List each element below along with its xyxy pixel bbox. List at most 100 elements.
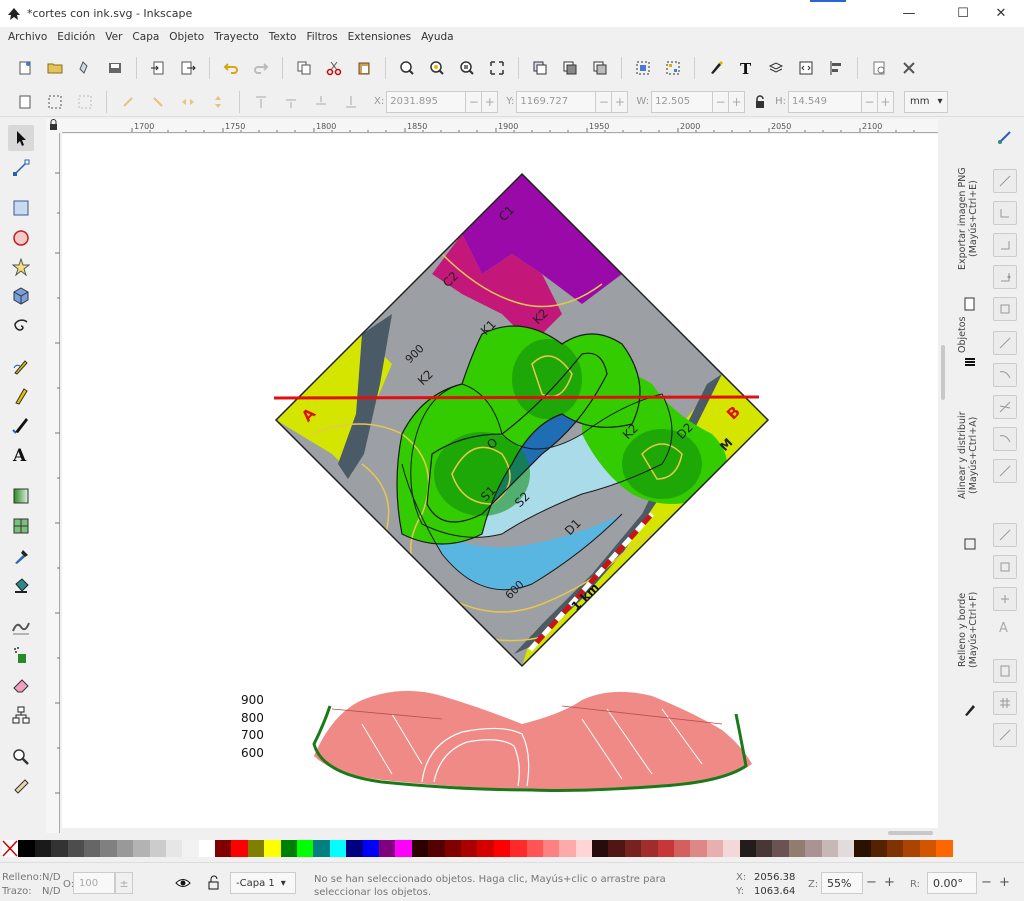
gradient-tool[interactable] bbox=[8, 483, 34, 509]
snap-path-button[interactable] bbox=[993, 363, 1017, 387]
raise-to-top-button[interactable] bbox=[250, 91, 272, 113]
snap-midpoints-button[interactable] bbox=[993, 523, 1017, 547]
menu-texto[interactable]: Texto bbox=[264, 31, 302, 43]
copy-button[interactable] bbox=[293, 57, 315, 79]
star-tool[interactable] bbox=[8, 254, 34, 280]
new-document-button[interactable] bbox=[14, 57, 36, 79]
color-swatch[interactable] bbox=[526, 840, 543, 857]
rectangle-tool[interactable] bbox=[8, 195, 34, 221]
snap-rotation-center-button[interactable] bbox=[993, 587, 1017, 611]
horizontal-scrollbar[interactable] bbox=[62, 828, 938, 838]
menu-ver[interactable]: Ver bbox=[100, 31, 127, 43]
zoom-drawing-button[interactable] bbox=[426, 57, 448, 79]
open-button[interactable] bbox=[44, 57, 66, 79]
snap-text-baseline-icon[interactable]: A bbox=[999, 621, 1008, 636]
color-swatch[interactable] bbox=[739, 840, 756, 857]
rotation-increase-button[interactable]: + bbox=[999, 875, 1010, 890]
snap-bbox-corner-button[interactable] bbox=[993, 233, 1017, 257]
color-swatch[interactable] bbox=[198, 840, 216, 857]
measure-tool[interactable] bbox=[8, 773, 34, 799]
color-swatch[interactable] bbox=[165, 840, 183, 857]
color-swatch[interactable] bbox=[870, 840, 888, 857]
save-button[interactable] bbox=[104, 57, 126, 79]
layers-button[interactable] bbox=[765, 57, 787, 79]
color-swatch[interactable] bbox=[592, 840, 609, 857]
color-swatch[interactable] bbox=[18, 840, 35, 857]
unit-select[interactable]: mm ▾ bbox=[903, 90, 949, 113]
color-swatch[interactable] bbox=[542, 840, 560, 857]
raise-button[interactable] bbox=[280, 91, 302, 113]
text-tool[interactable]: A bbox=[8, 441, 34, 467]
preferences-button[interactable] bbox=[898, 57, 920, 79]
close-button[interactable]: ✕ bbox=[978, 0, 1024, 27]
horizontal-scroll-thumb[interactable] bbox=[888, 831, 933, 835]
color-swatch[interactable] bbox=[559, 840, 576, 857]
minimize-button[interactable]: — bbox=[886, 0, 932, 27]
unlink-clone-button[interactable] bbox=[589, 57, 611, 79]
color-swatch[interactable] bbox=[919, 840, 937, 857]
color-swatch[interactable] bbox=[444, 840, 461, 857]
menu-ayuda[interactable]: Ayuda bbox=[416, 31, 458, 43]
opacity-stepper[interactable]: ± bbox=[115, 872, 133, 894]
snap-centers-button[interactable] bbox=[993, 555, 1017, 579]
snap-bbox-edge-button[interactable] bbox=[993, 201, 1017, 225]
snap-page-button[interactable] bbox=[993, 659, 1017, 683]
color-swatch[interactable] bbox=[83, 840, 101, 857]
snap-bbox-button[interactable] bbox=[993, 169, 1017, 193]
dock-tab-objects[interactable]: Objetos bbox=[957, 315, 985, 355]
x-input[interactable] bbox=[386, 90, 467, 113]
menu-capa[interactable]: Capa bbox=[127, 31, 164, 43]
layer-lock-button[interactable] bbox=[207, 875, 221, 894]
dock-tab-export-png[interactable]: Exportar imagen PNG (Mayús+Ctrl+E) bbox=[957, 129, 985, 309]
w-decrement[interactable]: − bbox=[713, 90, 730, 113]
w-input[interactable] bbox=[651, 90, 714, 113]
lock-ratio-button[interactable] bbox=[749, 91, 771, 113]
no-paint-swatch[interactable] bbox=[2, 840, 19, 857]
color-swatch[interactable] bbox=[116, 840, 134, 857]
vertical-scrollbar[interactable] bbox=[938, 119, 950, 834]
lower-to-bottom-button[interactable] bbox=[340, 91, 362, 113]
mesh-tool[interactable] bbox=[8, 513, 34, 539]
flip-horizontal-button[interactable] bbox=[177, 91, 199, 113]
color-swatch[interactable] bbox=[280, 840, 298, 857]
import-button[interactable] bbox=[147, 57, 169, 79]
3d-box-tool[interactable] bbox=[8, 283, 34, 309]
color-swatch[interactable] bbox=[837, 840, 855, 857]
color-swatch[interactable] bbox=[362, 840, 379, 857]
pencil-tool[interactable] bbox=[8, 354, 34, 380]
snap-cusp-button[interactable] bbox=[993, 427, 1017, 451]
opacity-input[interactable]: 100 bbox=[73, 872, 115, 894]
snap-toggle-button[interactable] bbox=[997, 129, 1013, 148]
undo-button[interactable] bbox=[220, 57, 242, 79]
snap-nodes-button[interactable] bbox=[993, 331, 1017, 355]
color-swatch[interactable] bbox=[67, 840, 84, 857]
h-decrement[interactable]: − bbox=[861, 90, 878, 113]
menu-edicion[interactable]: Edición bbox=[52, 31, 100, 43]
y-increment[interactable]: + bbox=[612, 90, 629, 113]
guide-lock-corner[interactable] bbox=[46, 119, 62, 133]
color-swatch[interactable] bbox=[723, 840, 740, 857]
x-decrement[interactable]: − bbox=[466, 90, 483, 113]
dock-tab-align[interactable]: Alinear y distribuir (Mayús+Ctrl+A) bbox=[957, 375, 985, 535]
color-swatch[interactable] bbox=[395, 840, 412, 857]
color-swatch[interactable] bbox=[608, 840, 625, 857]
rotation-input[interactable]: 0.00° bbox=[927, 872, 977, 894]
y-input[interactable] bbox=[516, 90, 597, 113]
duplicate-button[interactable] bbox=[529, 57, 551, 79]
color-swatch[interactable] bbox=[149, 840, 166, 857]
zoom-in-button[interactable]: + bbox=[884, 875, 895, 890]
clone-button[interactable] bbox=[559, 57, 581, 79]
color-swatch[interactable] bbox=[297, 840, 314, 857]
rotate-ccw-button[interactable] bbox=[117, 91, 139, 113]
color-swatch[interactable] bbox=[460, 840, 478, 857]
w-increment[interactable]: + bbox=[729, 90, 746, 113]
drawing-canvas[interactable]: C1 C2 K1 K2 K2 K2 900 O S1 S2 D1 D2 M 60… bbox=[62, 134, 938, 828]
horizontal-ruler[interactable]: 1700 1750 1800 1850 1900 1950 2000 2050 … bbox=[62, 119, 938, 133]
color-swatch[interactable] bbox=[378, 840, 396, 857]
menu-filtros[interactable]: Filtros bbox=[301, 31, 342, 43]
color-swatch[interactable] bbox=[100, 840, 117, 857]
zoom-tool[interactable] bbox=[8, 744, 34, 770]
snap-bbox-center-button[interactable] bbox=[993, 297, 1017, 321]
xml-editor-button[interactable] bbox=[795, 57, 817, 79]
zoom-input[interactable]: 55% bbox=[821, 872, 863, 894]
